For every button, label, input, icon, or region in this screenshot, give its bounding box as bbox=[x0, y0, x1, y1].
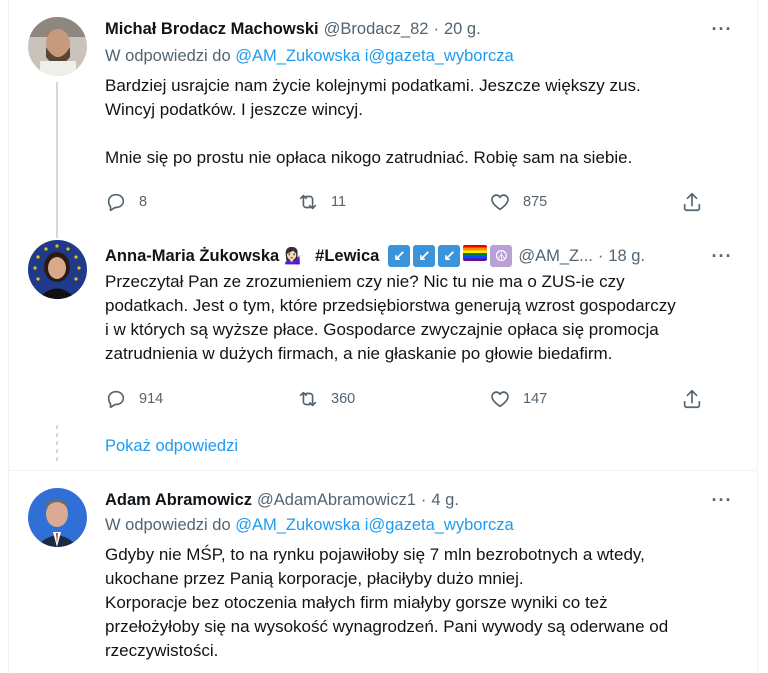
text-line bbox=[105, 122, 745, 146]
tweet-text: Przeczytał Pan ze zrozumieniem czy nie? … bbox=[105, 270, 745, 366]
text-line: przełożyłoby się na wysokość wynagrodzeń… bbox=[105, 617, 669, 636]
reply-icon bbox=[107, 193, 125, 212]
avatar-photo bbox=[28, 17, 87, 76]
separator-dot: · bbox=[597, 246, 604, 265]
hashtag[interactable]: #Lewica bbox=[315, 247, 379, 266]
heart-icon bbox=[491, 391, 509, 408]
show-replies-link[interactable]: Pokaż odpowiedzi bbox=[105, 437, 238, 456]
heart-icon bbox=[491, 194, 509, 211]
more-options-icon[interactable]: ··· bbox=[709, 488, 735, 512]
share-button[interactable] bbox=[681, 388, 705, 410]
share-button[interactable] bbox=[681, 191, 705, 213]
tweet-time[interactable]: 18 g. bbox=[608, 247, 645, 266]
thread-line bbox=[56, 82, 58, 230]
text-line: Gdyby nie MŚP, to na rynku pojawiłoby si… bbox=[105, 545, 645, 564]
author-handle[interactable]: @AdamAbramowicz1 bbox=[257, 491, 416, 510]
arrow-badge-icon: ↙ bbox=[438, 245, 461, 267]
like-count: 147 bbox=[523, 391, 548, 407]
tweet-text: Gdyby nie MŚP, to na rynku pojawiłoby si… bbox=[105, 543, 745, 663]
retweet-icon bbox=[299, 194, 317, 210]
reply-user-link[interactable]: @AM_Zukowska bbox=[235, 47, 360, 65]
avatar-photo bbox=[28, 240, 87, 299]
author-name[interactable]: Adam Abramowicz bbox=[105, 491, 252, 510]
text-line: podatkach. Jest o tym, które przedsiębio… bbox=[105, 296, 676, 315]
text-line: zatrudnienia w dużych firmach, a nie gła… bbox=[105, 344, 613, 363]
text-line: Mnie się po prostu nie opłaca nikogo zat… bbox=[105, 148, 633, 167]
reply-user-link[interactable]: @AM_Zukowska bbox=[235, 516, 360, 534]
text-line: ukochane przez Panią korporacje, płaciły… bbox=[105, 569, 524, 588]
more-options-icon[interactable]: ··· bbox=[709, 17, 735, 41]
retweet-icon bbox=[299, 391, 317, 407]
text-line: rzeczywistości. bbox=[105, 641, 219, 660]
reply-prefix: W odpowiedzi do bbox=[105, 47, 231, 65]
reply-context: W odpowiedzi do @AM_Zukowska i@gazeta_wy… bbox=[105, 516, 514, 535]
reply-prefix: W odpowiedzi do bbox=[105, 516, 231, 534]
thread-line bbox=[56, 230, 58, 238]
share-icon bbox=[683, 389, 701, 409]
arrow-badge-icon: ↙ bbox=[413, 245, 436, 267]
avatar[interactable] bbox=[28, 240, 87, 299]
tweet-time[interactable]: 20 g. bbox=[444, 20, 481, 39]
author-handle[interactable]: @AM_Z... bbox=[518, 247, 593, 266]
author-name[interactable]: Anna-Maria Żukowska bbox=[105, 247, 279, 266]
tweet-text: Bardziej usrajcie nam życie kolejnymi po… bbox=[105, 74, 745, 170]
tweet-actions: 8 11 875 bbox=[105, 190, 705, 214]
reply-count: 8 bbox=[139, 194, 148, 210]
avatar-photo bbox=[28, 488, 87, 547]
avatar[interactable] bbox=[28, 17, 87, 76]
reply-icon bbox=[107, 390, 125, 409]
separator-dot: · bbox=[433, 19, 439, 38]
rainbow-flag-icon bbox=[463, 245, 488, 261]
tweet[interactable]: Anna-Maria Żukowska 💁🏻‍♀️ #Lewica ↙ ↙ ↙ … bbox=[9, 230, 757, 463]
text-line: Wincyj podatków. I jeszcze wincyj. bbox=[105, 100, 363, 119]
tweet-header: Anna-Maria Żukowska 💁🏻‍♀️ #Lewica ↙ ↙ ↙ … bbox=[105, 244, 645, 268]
retweet-button[interactable]: 360 bbox=[297, 388, 417, 410]
reply-user-link[interactable]: @gazeta_wyborcza bbox=[368, 516, 513, 534]
avatar[interactable] bbox=[28, 488, 87, 547]
reply-button[interactable]: 8 bbox=[105, 191, 225, 213]
author-name[interactable]: Michał Brodacz Machowski bbox=[105, 20, 319, 39]
like-button[interactable]: 147 bbox=[489, 388, 609, 410]
name-badges: ↙ ↙ ↙ ☮ bbox=[388, 245, 513, 267]
text-line: Bardziej usrajcie nam życie kolejnymi po… bbox=[105, 76, 641, 95]
retweet-button[interactable]: 11 bbox=[297, 191, 417, 213]
peace-icon: ☮ bbox=[490, 245, 513, 267]
arrow-badge-icon: ↙ bbox=[388, 245, 411, 267]
text-line: Korporacje bez otoczenia małych firm mia… bbox=[105, 593, 608, 612]
reply-user-link[interactable]: @gazeta_wyborcza bbox=[368, 47, 513, 65]
like-count: 875 bbox=[523, 194, 548, 210]
reply-button[interactable]: 914 bbox=[105, 388, 225, 410]
tweet-time[interactable]: 4 g. bbox=[431, 491, 459, 510]
like-button[interactable]: 875 bbox=[489, 191, 609, 213]
more-options-icon[interactable]: ··· bbox=[709, 244, 735, 268]
retweet-count: 360 bbox=[331, 391, 356, 407]
emoji: 💁🏻‍♀️ bbox=[284, 248, 305, 265]
author-handle[interactable]: @Brodacz_82 bbox=[324, 20, 429, 39]
tweet-header: Adam Abramowicz @AdamAbramowicz1 · 4 g. bbox=[105, 488, 459, 512]
thread-line-dotted bbox=[56, 425, 58, 445]
tweet-actions: 914 360 147 bbox=[105, 387, 705, 411]
share-icon bbox=[683, 192, 701, 212]
tweet-header: Michał Brodacz Machowski @Brodacz_82 · 2… bbox=[105, 17, 481, 41]
reply-context: W odpowiedzi do @AM_Zukowska i@gazeta_wy… bbox=[105, 47, 514, 66]
tweet-feed: Michał Brodacz Machowski @Brodacz_82 · 2… bbox=[8, 0, 758, 673]
text-line: Przeczytał Pan ze zrozumieniem czy nie? … bbox=[105, 272, 625, 291]
show-replies-row[interactable]: Pokaż odpowiedzi bbox=[9, 425, 757, 471]
reply-count: 914 bbox=[139, 391, 164, 407]
retweet-count: 11 bbox=[331, 194, 347, 210]
tweet[interactable]: Michał Brodacz Machowski @Brodacz_82 · 2… bbox=[9, 0, 757, 230]
tweet[interactable]: Adam Abramowicz @AdamAbramowicz1 · 4 g. … bbox=[9, 471, 757, 673]
text-line: i w których są wyższe płace. Gospodarce … bbox=[105, 320, 659, 339]
separator-dot: · bbox=[420, 490, 427, 509]
